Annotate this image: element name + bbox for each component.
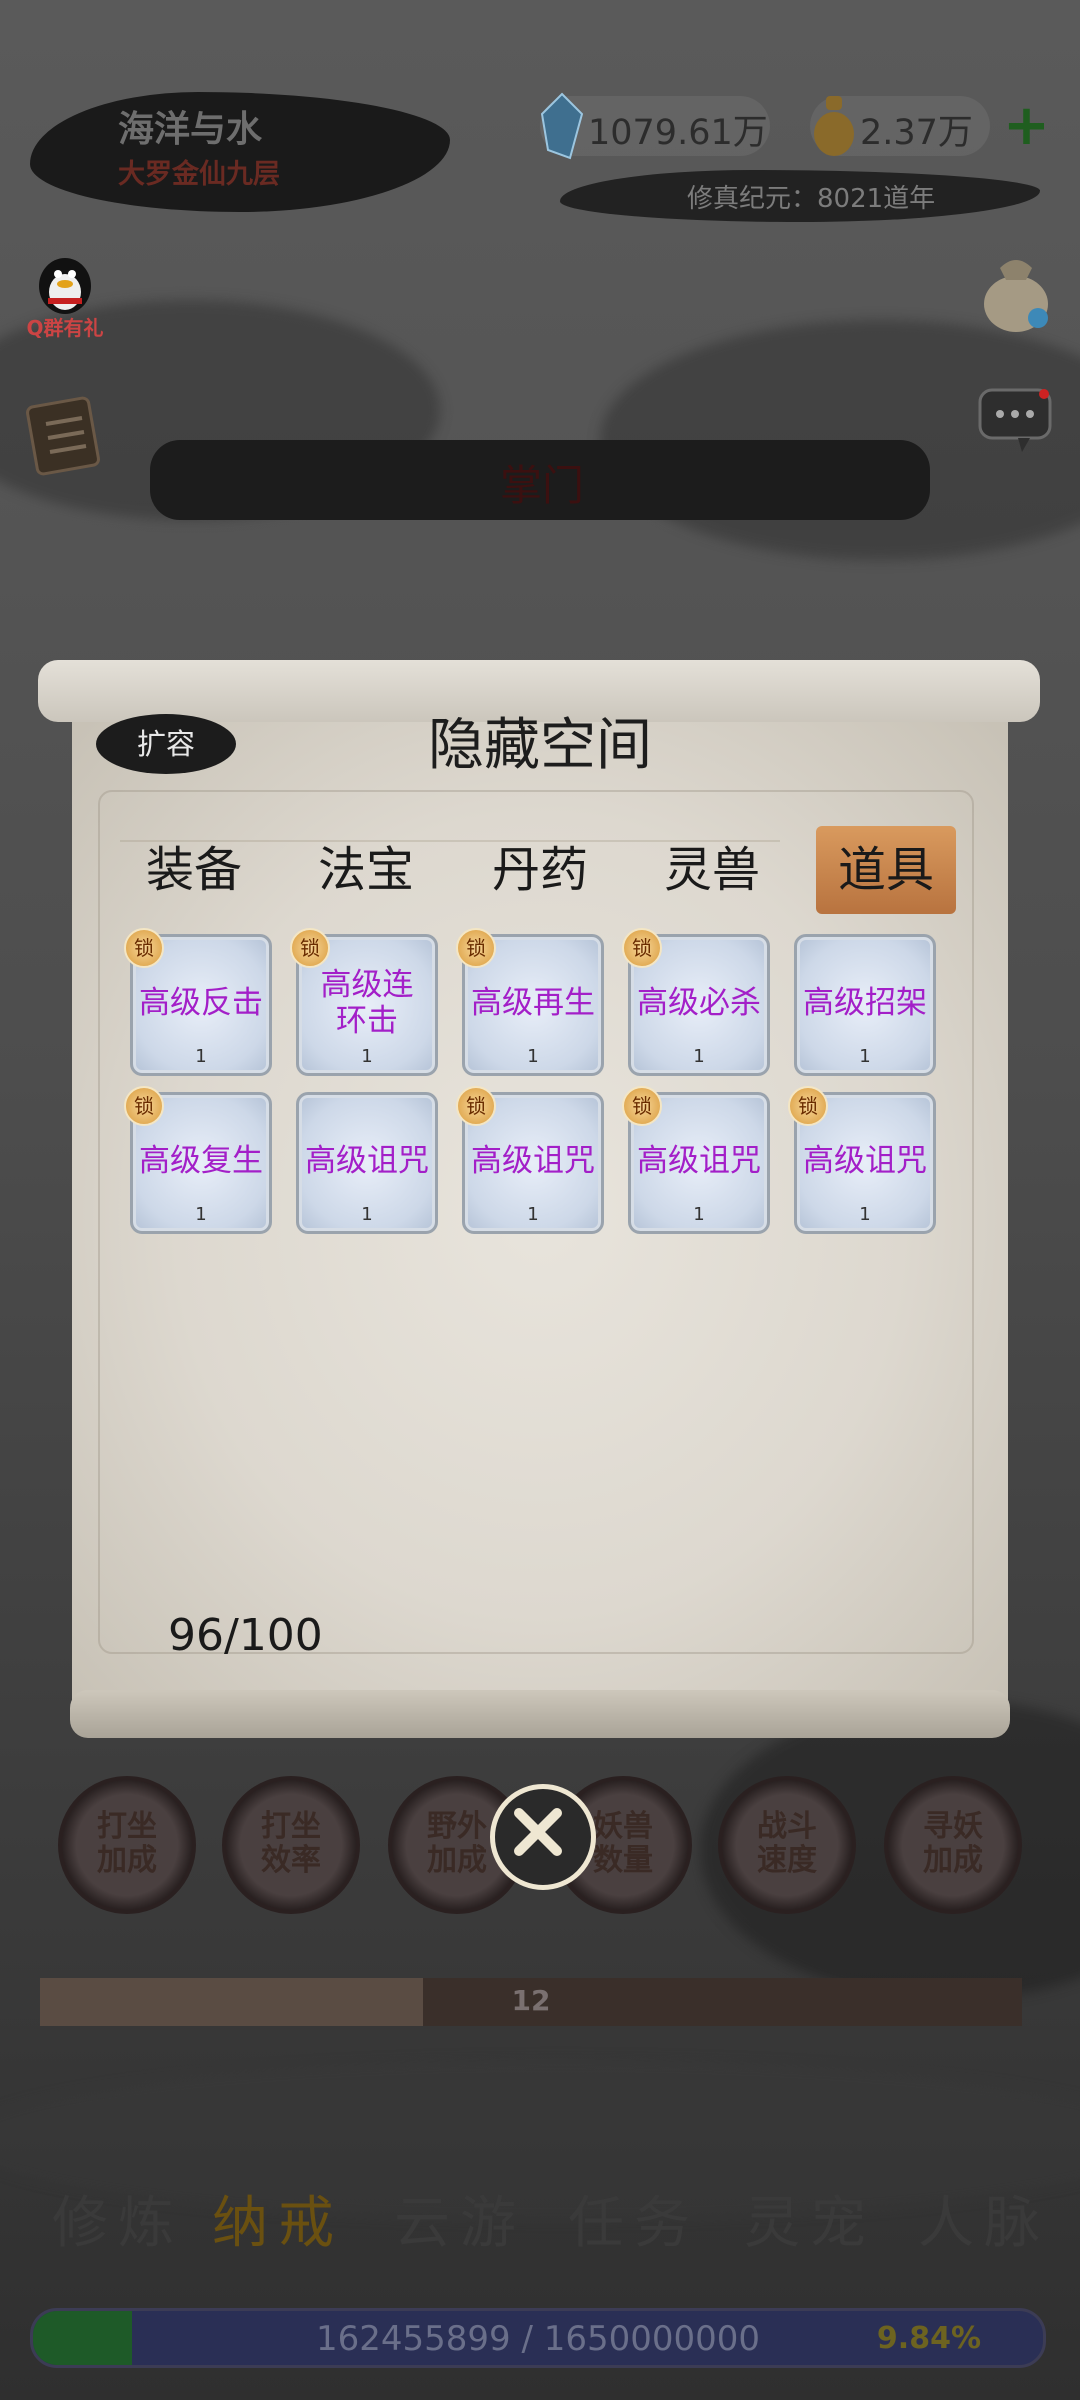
tab-treasures[interactable]: 法宝 <box>296 826 436 914</box>
nav-quests[interactable]: 任务 <box>568 2178 700 2259</box>
level-progress-value: 12 <box>511 1984 551 2017</box>
buff-label-line2: 加成 <box>97 1843 157 1878</box>
lock-badge: 锁 <box>124 928 164 968</box>
lock-badge: 锁 <box>124 1086 164 1126</box>
spirit-stone-icon <box>540 92 584 160</box>
lock-badge: 锁 <box>622 1086 662 1126</box>
lock-badge: 锁 <box>456 928 496 968</box>
nav-cultivate[interactable]: 修炼 <box>52 2178 184 2259</box>
era-label: 修真纪元：8021道年 <box>687 184 936 214</box>
qq-group-button[interactable]: Q群有礼 <box>20 246 110 342</box>
buff-button-monster-seek[interactable]: 寻妖 加成 <box>884 1776 1022 1914</box>
item-name: 高级诅咒 <box>305 1143 429 1179</box>
cloth-bundle-icon <box>984 260 1048 332</box>
lock-badge: 锁 <box>788 1086 828 1126</box>
buff-button-meditation-efficiency[interactable]: 打坐 效率 <box>222 1776 360 1914</box>
close-icon <box>514 1808 562 1856</box>
player-name[interactable]: 海洋与水 <box>118 100 262 152</box>
buff-button-battle-speed[interactable]: 战斗 速度 <box>718 1776 856 1914</box>
penguin-icon <box>39 258 91 314</box>
level-progress-bar: 12 <box>40 1978 1022 2026</box>
item-name: 高级必杀 <box>637 985 761 1021</box>
item-quantity: 1 <box>195 1046 207 1067</box>
buff-label-line2: 加成 <box>923 1843 983 1878</box>
close-button[interactable] <box>490 1784 596 1890</box>
tab-items[interactable]: 道具 <box>816 826 956 914</box>
scroll-log-button[interactable] <box>22 392 108 478</box>
item-quantity: 1 <box>527 1204 539 1225</box>
qq-group-label: Q群有礼 <box>26 316 104 340</box>
buff-label-line1: 野外 <box>427 1809 487 1844</box>
item-quantity: 1 <box>527 1046 539 1067</box>
buff-label-line1: 妖兽 <box>593 1809 653 1844</box>
sect-title: 掌门 <box>500 461 585 510</box>
tab-equipment[interactable]: 装备 <box>124 826 264 914</box>
tab-spirit-beasts[interactable]: 灵兽 <box>642 826 782 914</box>
item-quantity: 1 <box>693 1204 705 1225</box>
add-currency-button[interactable]: + <box>1003 98 1050 154</box>
money-bag-icon <box>814 96 854 156</box>
buff-label-line1: 打坐 <box>261 1809 321 1844</box>
buff-button-meditation-bonus[interactable]: 打坐 加成 <box>58 1776 196 1914</box>
nav-spirit-pets[interactable]: 灵宠 <box>744 2178 876 2259</box>
item-name: 高级诅咒 <box>637 1143 761 1179</box>
lock-badge: 锁 <box>622 928 662 968</box>
buff-label-line2: 加成 <box>427 1843 487 1878</box>
capacity-counter: 96/100 <box>168 1610 323 1661</box>
nav-connections[interactable]: 人脉 <box>918 2178 1050 2259</box>
experience-bar: 162455899 / 1650000000 9.84% <box>30 2308 1046 2368</box>
lock-badge: 锁 <box>456 1086 496 1126</box>
nav-travel[interactable]: 云游 <box>394 2178 526 2259</box>
item-quantity: 1 <box>859 1204 871 1225</box>
buff-label-line2: 速度 <box>757 1843 817 1878</box>
item-quantity: 1 <box>361 1204 373 1225</box>
bundle-button[interactable] <box>974 248 1058 338</box>
item-name: 高级连环击 <box>320 967 414 1039</box>
spirit-stone-amount: 1079.61万 <box>588 113 768 153</box>
lock-badge: 锁 <box>290 928 330 968</box>
buff-label-line1: 战斗 <box>757 1809 817 1844</box>
nav-storage-ring[interactable]: 纳戒 <box>212 2178 344 2259</box>
tab-pills[interactable]: 丹药 <box>470 826 610 914</box>
item-name: 高级诅咒 <box>803 1143 927 1179</box>
chat-bubble-icon <box>978 388 1052 452</box>
item-quantity: 1 <box>195 1204 207 1225</box>
item-slot[interactable]: 高级诅咒 1 <box>296 1092 438 1234</box>
document-icon <box>26 396 100 476</box>
item-slot[interactable]: 高级招架 1 <box>794 934 936 1076</box>
item-name: 高级反击 <box>139 985 263 1021</box>
item-name: 高级招架 <box>803 985 927 1021</box>
buff-label-line1: 打坐 <box>97 1809 157 1844</box>
item-quantity: 1 <box>859 1046 871 1067</box>
buff-label-line2: 效率 <box>261 1843 321 1878</box>
item-quantity: 1 <box>693 1046 705 1067</box>
buff-label-line1: 寻妖 <box>923 1809 983 1844</box>
experience-percent: 9.84% <box>876 2321 981 2356</box>
item-name: 高级诅咒 <box>471 1143 595 1179</box>
item-name: 高级再生 <box>471 985 595 1021</box>
gold-amount: 2.37万 <box>860 113 973 153</box>
item-name: 高级复生 <box>139 1143 263 1179</box>
buff-label-line2: 数量 <box>593 1843 653 1878</box>
item-quantity: 1 <box>361 1046 373 1067</box>
expand-capacity-button[interactable]: 扩容 <box>96 714 236 774</box>
chat-button[interactable] <box>978 386 1054 456</box>
player-rank: 大罗金仙九层 <box>118 159 280 190</box>
scroll-bottom-roll <box>70 1690 1010 1738</box>
